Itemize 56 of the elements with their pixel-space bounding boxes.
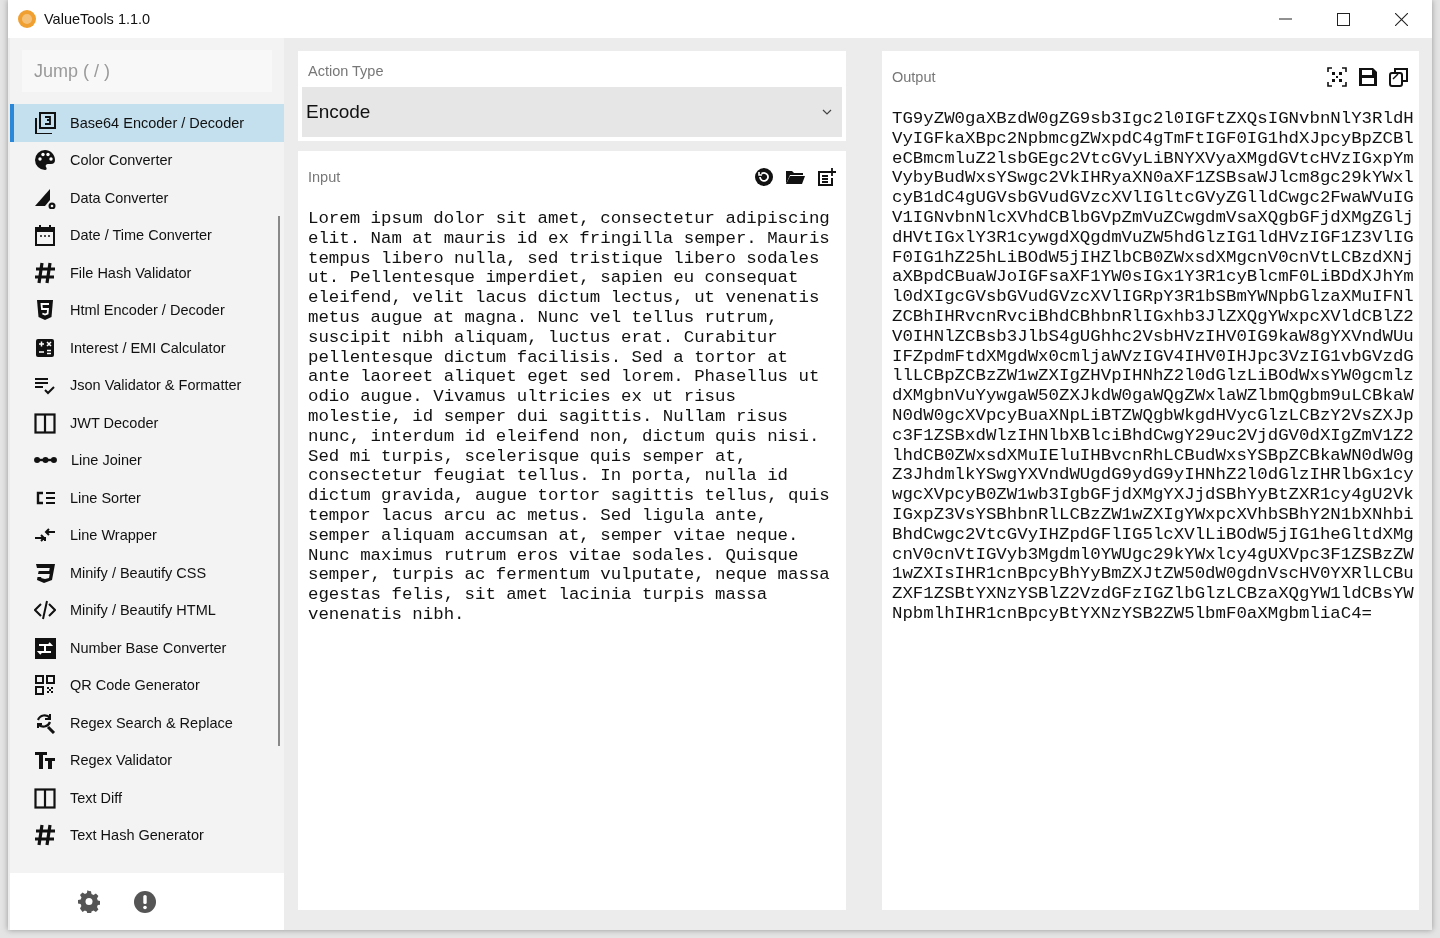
shield-five-icon (34, 299, 56, 322)
sidebar-item[interactable]: Interest / EMI Calculator (10, 329, 284, 367)
css-shield-icon (34, 561, 56, 584)
sidebar-item[interactable]: Data Converter (10, 179, 284, 217)
sidebar-item[interactable]: Line Joiner (10, 441, 284, 479)
sidebar-item[interactable]: Minify / Beautify HTML (10, 591, 284, 629)
input-text[interactable]: Lorem ipsum dolor sit amet, consectetur adipiscing elit. Nam at mauris id ex fringilla semper. Mauris tempus libero nulla, sed tristique libero sodales ut. Pellentesque imperdiet, sapien eu consequat eleifend, velit lacus dictum lectus, ut venenatis metus augue at magna. Nunc vel tellus rutrum, suscipit nibh aliquam, luctus erat. Curabitur pellentesque dictum facilisis. Sed a tortor at ante laoreet aliquet eget sed lorem. Phasellus ut odio augue. Vivamus ultricies ex ut risus molestie, id semper dui sagittis. Nullam risus nunc, interdum id eleifend non, dictum quis nisi. Sed mi turpis, scelerisque quis semper at, consectetur feugiat tellus. In porta, nulla id dictum gravida, augue tortor sagittis tellus, quis tempor lacus arcu ac metus. Sed ligula ante, semper aliquam accumsan at, semper vitae neque. Nunc maximus rutrum eros vitae sodales. Quisque semper, turpis ac fermentum vulputate, neque massa egestas felis, sit amet lacinia turpis massa venenatis nibh. (298, 193, 846, 625)
layers-number-icon (34, 111, 56, 134)
sidebar-item[interactable]: Json Validator & Formatter (10, 366, 284, 404)
sidebar-item[interactable]: Minify / Beautify CSS (10, 554, 284, 592)
qr-scan-icon[interactable] (1327, 67, 1347, 87)
search-refresh-icon (34, 711, 56, 734)
sidebar-item[interactable]: Date / Time Converter (10, 216, 284, 254)
sidebar-item[interactable]: Color Converter (10, 141, 284, 179)
hash-icon (34, 824, 56, 847)
save-icon[interactable] (1358, 67, 1378, 87)
sidebar-item[interactable]: Html Encoder / Decoder (10, 291, 284, 329)
maximize-icon[interactable] (1337, 12, 1350, 26)
number-square-icon (34, 636, 56, 659)
text-size-icon (34, 749, 56, 772)
code-tag-icon (34, 599, 56, 622)
sidebar-item[interactable]: JWT Decoder (10, 404, 284, 442)
sidebar-item[interactable]: File Hash Validator (10, 254, 284, 292)
window-title: ValueTools 1.1.0 (44, 11, 151, 27)
sidebar-item[interactable]: Text Diff (10, 779, 284, 817)
search-field[interactable]: Jump ( / ) (22, 50, 272, 92)
copy-icon[interactable] (1389, 67, 1409, 87)
output-text: TG9yZW0gaXBzdW0gZG9sb3Igc2l0IGFtZXQsIGNvbnNlY3RldH VyIGFkaXBpc2NpbmcgZWxpdC4gTmFtIGF0IG1hdXJpcyBpZCBl eCBmcmluZ2lsbGEgc2VtcGVyLiBNYXVyaXMgdGVtcHVzIGxpYm VybyBudWxsYSwgc2VkIHRyaXN0aXF1ZSBsaWJlcm8gc29kYWxl cyB1dC4gUGVsbGVudGVzcXVlIGltcGVyZGlldCwgc2FwaWVuIG V1IGNvbnNlcXVhdCBlbGVpZmVuZCwgdmVsaXQgbGFjdXMgZGlj dHVtIGxlY3R1cywgdXQgdmVuZW5hdGlzIG1ldHVzIGF1Z3VlIG F0IG1hZ25hLiBOdW5jIHZlbCB0ZWxsdXMgcnV0cnVtLCBzdXNj aXBpdCBuaWJoIGFsaXF1YW0sIGx1Y3R1cyBlcmF0LiBDdXJhYm l0dXIgcGVsbGVudGVzcXVlIGRpY3R1bSBmYWNpbGlzaXMuIFNl ZCBhIHRvcnRvciBhdCBhbnRlIGxhb3JlZXQgYWxpcXVldCBlZ2 V0IHNlZCBsb3JlbS4gUGhhc2VsbHVzIHV0IG9kaW8gYXVndWUu IFZpdmFtdXMgdWx0cmljaWVzIGV4IHV0IHJpc3VzIG1vbGVzdG llLCBpZCBzZW1wZXIgZHVpIHNhZ2l0dGlzLiBOdWxsYW0gcmlz dXMgbnVuYywgaW50ZXJkdW0gaWQgZWxlaWZlbmQgbm9uLCBkaW N0dW0gcXVpcyBuaXNpLiBTZWQgbWkgdHVycGlzLCBzY2VsZXJp c3F1ZSBxdWlzIHNlbXBlciBhdCwgY29uc2VjdGV0dXIgZmV1Z2 lhdCB0ZWxsdXMuIEluIHBvcnRhLCBudWxsYSBpZCBkaWN0dW0g Z3JhdmlkYSwgYXVndWUgdG9ydG9yIHNhZ2l0dGlzIHRlbGx1cy wgcXVpcyB0ZW1wb3IgbGFjdXMgYXJjdSBhYyBtZXR1cy4gU2Vk IGxpZ3VsYSBhbnRlLCBzZW1wZXIgYWxpcXVhbSBhY2N1bXNhbi BhdCwgc2VtcGVyIHZpdGFlIG5lcXVlLiBOdW5jIG1heGltdXMg cnV0cnVtIGVyb3Mgdml0YWUgc29kYWxlcy4gUXVpc3F1ZSBzZW 1wZXIsIHR1cnBpcyBhYyBmZXJtZW50dW0gdnVscHV0YXRlLCBu ZXF1ZSBtYXNzYSBlZ2VzdGFzIGZlbGlzLCBzaXQgYW1ldCBsYW NpbmlhIHR1cnBpcyBtYXNzYSB2ZW5lbmF0aXMgbmliaC4= (891, 108, 1415, 624)
sidebar-item[interactable]: Text Hash Generator (10, 816, 284, 854)
sidebar-item[interactable]: Base64 Encoder / Decoder (10, 104, 284, 142)
scrollbar[interactable] (278, 216, 280, 746)
chevron-down-icon (822, 109, 832, 115)
sidebar-item[interactable]: Line Wrapper (10, 516, 284, 554)
panel-label: Output (892, 69, 936, 85)
history-icon[interactable] (754, 167, 774, 187)
close-icon[interactable] (1395, 12, 1408, 26)
field-label: Action Type (307, 63, 385, 79)
action-type-dropdown[interactable]: Encode (302, 87, 842, 137)
palette-icon (34, 149, 56, 172)
app-logo-icon (18, 10, 36, 28)
panel-label: Input (308, 169, 341, 185)
columns-icon (34, 786, 56, 809)
qr-code-icon (34, 674, 56, 697)
paste-list-icon[interactable] (816, 167, 836, 187)
calendar-icon (34, 224, 56, 247)
sidebar-item[interactable]: QR Code Generator (10, 666, 284, 704)
sidebar-item[interactable]: Number Base Converter (10, 629, 284, 667)
hash-icon (34, 261, 56, 284)
sidebar-item[interactable]: Line Sorter (10, 479, 284, 517)
calculator-icon (34, 336, 56, 359)
sidebar-item[interactable]: Regex Validator (10, 741, 284, 779)
sidebar-item[interactable]: Regex Search & Replace (10, 704, 284, 742)
settings-icon[interactable] (78, 890, 100, 913)
dots-line-icon (34, 457, 57, 464)
columns-icon (34, 411, 56, 434)
exclamation-icon[interactable] (134, 890, 156, 913)
